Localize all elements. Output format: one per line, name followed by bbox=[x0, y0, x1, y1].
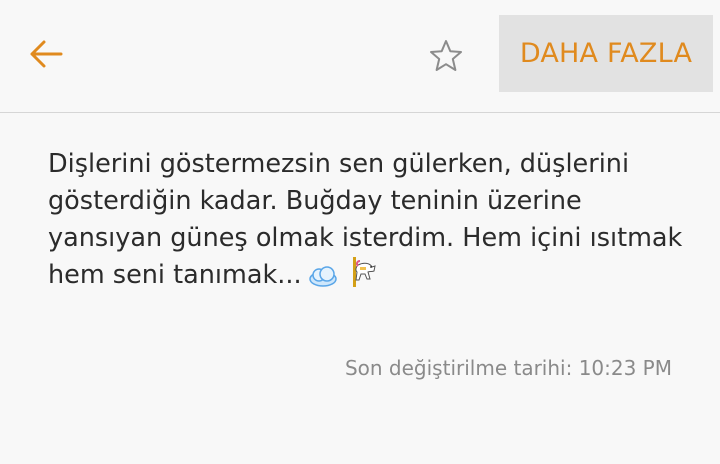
last-modified-label: Son değiştirilme tarihi: 10:23 PM bbox=[344, 356, 672, 380]
carousel-horse-emoji-icon bbox=[344, 257, 378, 298]
star-outline-icon bbox=[428, 38, 464, 78]
top-app-bar: DAHA FAZLA bbox=[0, 0, 720, 113]
back-button[interactable] bbox=[24, 34, 68, 78]
favorite-button[interactable] bbox=[424, 36, 468, 80]
cloud-emoji-icon bbox=[308, 261, 338, 298]
note-content[interactable]: Dişlerini göstermezsin sen gülerken, düş… bbox=[48, 146, 688, 298]
arrow-left-icon bbox=[28, 36, 64, 76]
more-button[interactable]: DAHA FAZLA bbox=[499, 15, 713, 92]
